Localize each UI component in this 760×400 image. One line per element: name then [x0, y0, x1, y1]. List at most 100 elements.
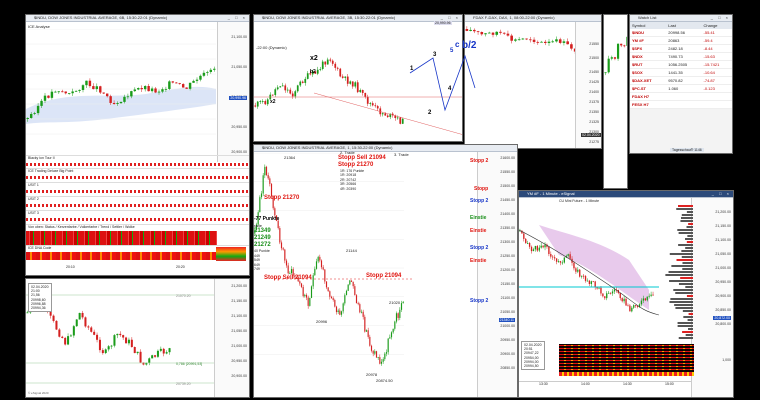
quote-symbol: $SOX: [630, 68, 667, 77]
candle-body: [78, 312, 81, 320]
stopp-label: Stopp 21094: [366, 273, 402, 279]
right-axis-strip[interactable]: [557, 14, 603, 189]
candle-body: [540, 245, 542, 248]
time-label: 14:30: [623, 382, 632, 386]
quote-row[interactable]: FDAX H7: [630, 92, 732, 101]
wave-label: b2: [310, 69, 316, 75]
right-strip-chart[interactable]: [603, 14, 628, 189]
window-titlebar[interactable]: $INDU, DOW JONES INDUSTRIAL AVERAGE, 6B,…: [26, 15, 249, 22]
axis-label: 21000.00: [500, 324, 515, 328]
candle-body: [88, 80, 92, 87]
top-left-candles[interactable]: [26, 29, 219, 159]
candle-body: [284, 85, 287, 91]
candle-body: [305, 294, 308, 298]
column-header[interactable]: Last: [666, 22, 702, 29]
quote-last: 2482.18: [666, 44, 702, 53]
candle-body: [547, 41, 551, 44]
candle-body: [302, 287, 304, 297]
candle-body: [377, 357, 379, 358]
ym-candles[interactable]: [519, 205, 659, 340]
candle-body: [559, 261, 562, 263]
candle-body: [646, 296, 648, 301]
candle-body: [623, 45, 626, 47]
candle-body: [382, 359, 384, 362]
candle-body: [185, 87, 188, 89]
candle-body: [335, 306, 338, 313]
candle-body: [319, 256, 321, 261]
candle-body: [157, 91, 161, 93]
candle-body: [586, 280, 589, 282]
quote-row[interactable]: $INDU 20998.56 -55.41: [630, 29, 732, 37]
candle-body: [85, 80, 88, 86]
bottom-left-chart-window[interactable]: 02.04.2020 21:00 21,56 20998,60 20996,88…: [25, 278, 250, 398]
green-level: 21349: [254, 228, 271, 234]
signal-row: [559, 372, 694, 376]
quote-row[interactable]: $PC.ST 1.060 -0.123: [630, 84, 732, 93]
volume-bar: [682, 268, 693, 270]
quote-row[interactable]: $DAX.XET 9570.82 -74.87: [630, 76, 732, 85]
candle-body: [81, 85, 85, 90]
candle-body: [113, 335, 116, 346]
watchlist-window[interactable]: Watch List _ □ × Symbol Last Change $IND…: [629, 14, 733, 154]
candle-body: [61, 91, 64, 93]
candle-body: [75, 319, 78, 327]
quote-table[interactable]: Symbol Last Change $INDU 20998.56 -55.41 YM…: [630, 22, 732, 109]
axis-label: 21,050.00: [231, 329, 247, 333]
window-titlebar[interactable]: $INDU, DOW JONES INDUSTRIAL AVERAGE, 1, …: [254, 145, 517, 152]
volume-bar: [681, 250, 693, 252]
main-dow-chart-window[interactable]: $INDU, DOW JONES INDUSTRIAL AVERAGE, 1, …: [253, 144, 518, 398]
window-titlebar[interactable]: YM #F - 1 Minute - eSignal _ □ ×: [519, 191, 733, 198]
quote-last: [666, 92, 702, 101]
candle-body: [584, 276, 587, 281]
candle-body: [375, 351, 378, 358]
window-title: Watch List: [638, 15, 657, 20]
quote-row[interactable]: $RUT 1056.2505 -15.7421: [630, 60, 732, 69]
candle-body: [209, 69, 213, 72]
quote-header-row: Symbol Last Change: [630, 22, 732, 29]
candle-body: [274, 208, 276, 216]
right-stopp-label: Stopp 2: [470, 298, 489, 304]
quote-symbol: $SPX: [630, 44, 667, 53]
candle-body: [650, 294, 652, 296]
candle-body: [309, 297, 311, 306]
watchlist-empty-area: [630, 109, 732, 153]
time-axis[interactable]: 13:30 14:00 14:30 15:00: [519, 381, 691, 391]
candle-body: [140, 88, 143, 90]
quote-row[interactable]: $NDX 7490.73 -15.63: [630, 52, 732, 61]
r-levels: 1R: 176 Punkte 1R: 20918 2R: 20742 3R: 2…: [340, 169, 364, 191]
price-axis[interactable]: 21,200.00 21,150.00 21,100.00 21,050.00 …: [691, 198, 733, 397]
window-controls[interactable]: _ □ ×: [228, 15, 247, 21]
top-left-chart-window[interactable]: $INDU, DOW JONES INDUSTRIAL AVERAGE, 6B,…: [25, 14, 250, 276]
window-title: $INDU, DOW JONES INDUSTRIAL AVERAGE, 1, …: [262, 145, 393, 150]
window-titlebar[interactable]: $INDU, DOW JONES INDUSTRIAL AVERAGE, 3B,…: [254, 15, 462, 22]
candle-body: [270, 183, 273, 196]
axis-label: 21,150.00: [231, 299, 247, 303]
quote-row[interactable]: FESX H7: [630, 100, 732, 109]
volume-bar: [682, 262, 693, 264]
candle-body: [64, 337, 67, 345]
price-axis[interactable]: 21,200.00 21,150.00 21,100.00 21,050.00 …: [214, 279, 249, 397]
info-line: 20994,36: [31, 306, 46, 311]
candle-body: [491, 32, 495, 35]
news-tab[interactable]: Tagesschau® 1146: [670, 148, 704, 152]
volume-bar: [681, 214, 693, 216]
candle-body: [609, 292, 612, 294]
wave-projection-lines: [409, 54, 476, 112]
candle-body: [40, 100, 43, 106]
candle-body: [264, 166, 266, 176]
candle-body: [164, 88, 168, 90]
window-title: FDAX F-DAX, DAX, 1, 08:00-22:00 (Dynamic…: [473, 15, 555, 20]
column-header[interactable]: Symbol: [630, 22, 667, 29]
quote-row[interactable]: YM #F 20863 -59.4: [630, 36, 732, 45]
quote-change: -55.41: [701, 29, 732, 37]
window-titlebar[interactable]: Watch List _ □ ×: [630, 15, 732, 22]
quote-row[interactable]: $SPX 2482.18 -8.44: [630, 44, 732, 53]
column-header[interactable]: Change: [701, 22, 732, 29]
ym-chart-window[interactable]: YM #F - 1 Minute - eSignal _ □ × CU Mini…: [518, 190, 734, 398]
quote-row[interactable]: $SOX 1441.35 -10.64: [630, 68, 732, 77]
window-controls[interactable]: _ □ ×: [711, 15, 730, 21]
window-controls[interactable]: _ □ ×: [712, 191, 731, 197]
price-axis[interactable]: 21,100.00 21,050.00 21,000.00 20,950.00 …: [217, 22, 249, 162]
candle-body: [96, 334, 99, 340]
candle-body: [67, 93, 71, 95]
